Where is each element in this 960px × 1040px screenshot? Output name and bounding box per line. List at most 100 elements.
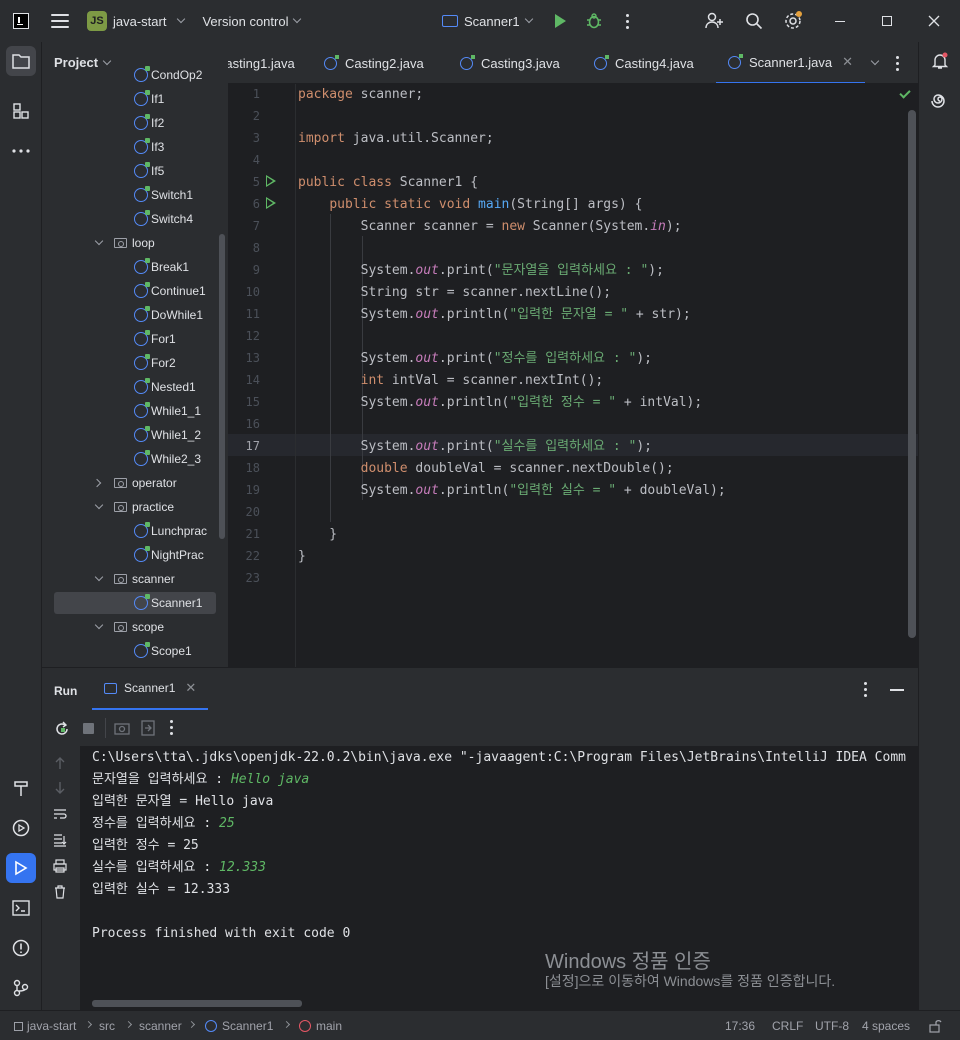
ai-assistant-button[interactable] [925,86,955,116]
tree-item-break1[interactable]: Break1 [54,256,216,278]
tree-item-switch1[interactable]: Switch1 [54,184,216,206]
gear-icon [785,11,802,29]
tree-item-nightprac[interactable]: NightPrac [54,544,216,566]
tree-item-scope[interactable]: scope [54,616,216,638]
stop-icon[interactable] [83,723,94,734]
breadcrumb-method[interactable]: main [299,1019,342,1033]
chevron-down-icon[interactable] [94,572,104,582]
caret-position[interactable]: 17:36 [725,1019,755,1033]
run-main-gutter-icon[interactable] [266,197,276,209]
tree-item-lunchprac[interactable]: Lunchprac [54,520,216,542]
breadcrumb-project[interactable]: java-start [14,1019,76,1033]
tab-casting2[interactable]: Casting2.java [324,42,424,83]
hide-panel-icon[interactable] [890,689,904,691]
tree-item-for1[interactable]: For1 [54,328,216,350]
structure-tool-button[interactable] [6,96,36,126]
arrow-down-icon[interactable] [54,781,66,795]
console-line: C:\Users\tta\.jdks\openjdk-22.0.2\bin\ja… [92,747,906,769]
tree-item-practice[interactable]: practice [54,496,216,518]
editor-scrollbar[interactable] [908,110,916,638]
close-tab-icon[interactable]: ✕ [185,680,196,696]
package-folder-icon [114,574,127,584]
line-separator[interactable]: CRLF [772,1019,803,1033]
restore-layout-icon[interactable] [141,720,155,736]
services-tool-button[interactable] [6,813,36,843]
console-horizontal-scrollbar[interactable] [92,1000,302,1007]
file-encoding[interactable]: UTF-8 [815,1019,849,1033]
chevron-down-icon[interactable] [94,500,104,510]
more-tools-button[interactable] [6,136,36,166]
tree-item-if3[interactable]: If3 [54,136,216,158]
more-actions-button[interactable] [617,11,637,31]
camera-icon[interactable] [114,721,130,735]
breadcrumb-src[interactable]: src [99,1019,115,1033]
vcs-widget[interactable]: Version control [202,14,302,29]
scroll-to-end-icon[interactable] [53,833,67,847]
tree-item-nested1[interactable]: Nested1 [54,376,216,398]
search-button[interactable] [744,11,764,31]
settings-button[interactable] [783,11,803,31]
build-tool-button[interactable] [6,773,36,803]
run-tab-scanner1[interactable]: Scanner1 ✕ [92,668,209,710]
unlock-icon[interactable] [928,1019,942,1033]
notifications-button[interactable] [925,46,955,76]
tab-casting4[interactable]: Casting4.java [594,42,694,83]
tree-item-loop[interactable]: loop [54,232,216,254]
tree-item-scope1[interactable]: Scope1 [54,640,216,662]
tree-item-if5[interactable]: If5 [54,160,216,182]
chevron-right-icon[interactable] [92,478,102,488]
vcs-tool-button[interactable] [6,973,36,1003]
tabs-more-button[interactable] [896,42,899,83]
tree-item-scanner1[interactable]: Scanner1 [54,592,216,614]
tree-item-if2[interactable]: If2 [54,112,216,134]
indent-setting[interactable]: 4 spaces [862,1019,910,1033]
minimize-button[interactable] [830,11,850,31]
code-editor[interactable]: 1 2 3 4 5 6 7 8 9 10 11 12 13 14 15 16 17 18 19 20 21 22 23 pa… [228,84,918,667]
project-tool-button[interactable] [6,46,36,76]
terminal-tool-button[interactable] [6,893,36,923]
breadcrumb-package[interactable]: scanner [139,1019,182,1033]
tab-scanner1[interactable]: Scanner1.java ✕ [716,42,866,83]
tree-item-while1_1[interactable]: While1_1 [54,400,216,422]
code-line: Scanner scanner = new Scanner(System.in)… [298,219,682,234]
problems-tool-button[interactable] [6,933,36,963]
run-button[interactable] [550,11,570,31]
add-user-button[interactable] [704,11,724,31]
breadcrumb-class[interactable]: Scanner1 [205,1019,273,1033]
print-icon[interactable] [53,859,67,873]
run-panel-options-button[interactable] [864,682,867,697]
tree-item-dowhile1[interactable]: DoWhile1 [54,304,216,326]
trash-icon[interactable] [54,885,66,899]
rerun-icon[interactable] [54,721,70,737]
run-class-gutter-icon[interactable] [266,175,276,187]
tree-item-condop2[interactable]: CondOp2 [54,64,216,86]
maximize-button[interactable] [877,11,897,31]
tab-casting1[interactable]: Casting1.java [228,42,295,83]
arrow-up-icon[interactable] [54,756,66,770]
tree-item-continue1[interactable]: Continue1 [54,280,216,302]
tree-item-switch4[interactable]: Switch4 [54,208,216,230]
java-class-icon [460,54,475,70]
tab-casting3[interactable]: Casting3.java [460,42,560,83]
run-tool-button[interactable] [6,853,36,883]
close-tab-icon[interactable]: ✕ [842,54,853,70]
debug-button[interactable] [584,11,604,31]
tree-item-while1_2[interactable]: While1_2 [54,424,216,446]
tree-item-while2_3[interactable]: While2_3 [54,448,216,470]
tree-item-scanner[interactable]: scanner [54,568,216,590]
project-scrollbar[interactable] [219,234,225,539]
tree-item-if1[interactable]: If1 [54,88,216,110]
tree-item-operator[interactable]: operator [54,472,216,494]
main-menu-icon[interactable] [51,14,69,28]
chevron-down-icon[interactable] [94,620,104,630]
run-config-selector[interactable]: Scanner1 [442,7,533,35]
project-switcher[interactable]: JS java-start [81,7,190,35]
soft-wrap-icon[interactable] [53,808,67,820]
chevron-down-icon[interactable] [94,236,104,246]
run-toolbar-more-button[interactable] [170,720,173,735]
tree-item-for2[interactable]: For2 [54,352,216,374]
close-button[interactable] [924,11,944,31]
no-problems-check-icon[interactable] [899,87,911,99]
tree-item-label: For2 [151,356,176,370]
tabs-dropdown-button[interactable] [866,42,880,83]
